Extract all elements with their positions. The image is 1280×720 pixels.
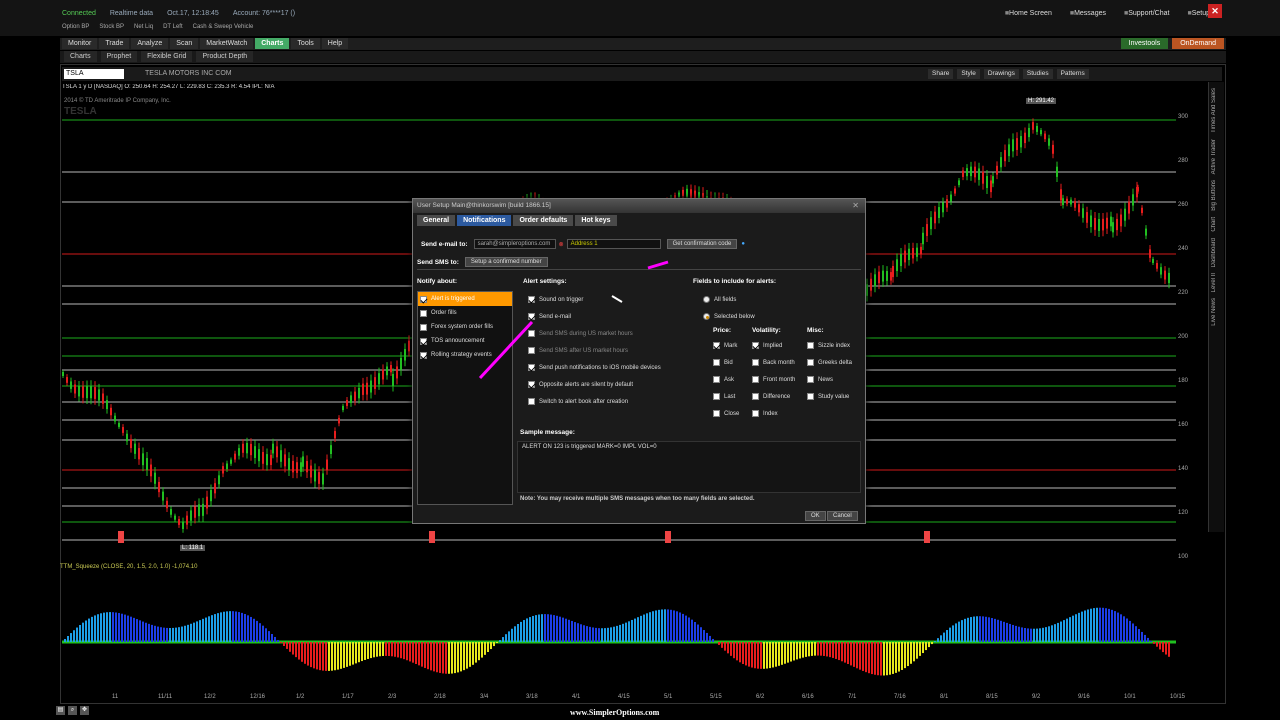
annotation-arrow: [647, 260, 669, 270]
annotation-arrow: [478, 320, 534, 380]
cursor-icon: [611, 295, 623, 303]
annotation-arrows: [478, 260, 669, 380]
